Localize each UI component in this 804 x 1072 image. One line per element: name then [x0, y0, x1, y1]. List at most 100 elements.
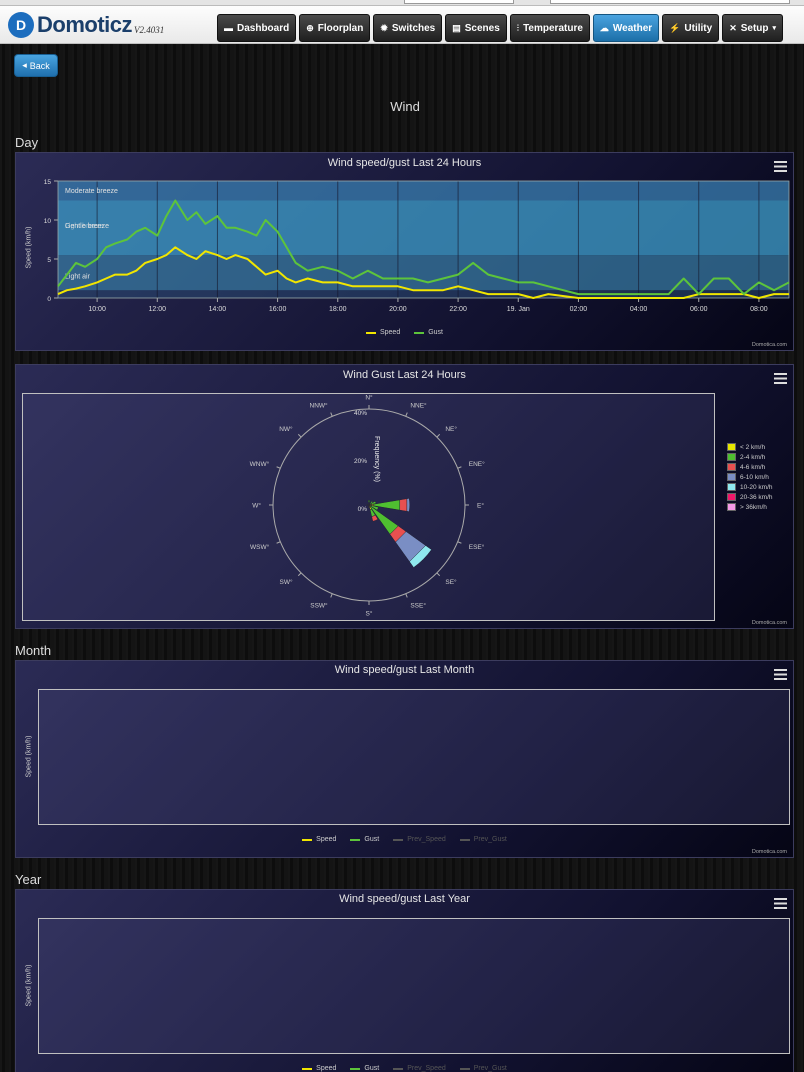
rose-direction-label: E°	[477, 502, 484, 510]
rose-direction-label: NNE°	[410, 402, 427, 410]
chart-menu-icon[interactable]	[774, 898, 787, 909]
rose-direction-label: NW°	[279, 425, 293, 433]
nav-label: Dashboard	[237, 22, 290, 34]
nav-switches[interactable]: ✹ Switches	[373, 14, 443, 42]
legend-label: 4-6 km/h	[740, 463, 766, 471]
day-chart-panel: Wind speed/gust Last 24 Hours 10:00 12:00…	[15, 152, 794, 351]
legend-prev-gust[interactable]: Prev_Gust	[459, 836, 507, 843]
windrose-legend-item[interactable]: 4-6 km/h	[727, 462, 773, 472]
day-chart-ylabel: Speed (km/h)	[25, 226, 33, 269]
windrose-legend-item[interactable]: 20-36 km/h	[727, 492, 773, 502]
rose-direction-label: SW°	[280, 578, 293, 586]
day-chart-svg: 10:00 12:00 14:00 16:00 18:00 20:00 22:00 19. J…	[44, 179, 790, 313]
x-tick-label: 02:00	[570, 306, 588, 313]
windrose-legend-item[interactable]: 2-4 km/h	[727, 452, 773, 462]
legend-line	[393, 838, 404, 841]
legend-speed[interactable]: Speed	[302, 1065, 336, 1072]
nav-weather[interactable]: ☁ Weather	[592, 14, 660, 42]
legend-prev-speed[interactable]: Prev_Speed	[393, 836, 446, 843]
legend-label: Gust	[428, 329, 444, 336]
monitor-icon: ▬	[224, 23, 233, 33]
nav-temperature[interactable]: ⫶ Temperature	[509, 14, 590, 42]
section-year-label: Year	[15, 872, 42, 887]
band-label: Moderate breeze	[65, 188, 118, 195]
band-light-breeze	[58, 255, 789, 291]
legend-label: Prev_Gust	[473, 836, 507, 843]
main-nav: ▬ Dashboard ⊕ Floorplan ✹ Switches ▤ Scenes ⫶ Tem…	[217, 14, 784, 42]
rose-tick	[330, 412, 333, 417]
windrose-legend-item[interactable]: 10-20 km/h	[727, 482, 773, 492]
legend-gust[interactable]: Gust	[350, 1065, 379, 1072]
legend-speed[interactable]: Speed	[302, 836, 336, 843]
legend-gust[interactable]: Gust	[350, 836, 379, 843]
band-label: Light air	[65, 274, 91, 281]
chart-menu-icon[interactable]	[774, 669, 787, 680]
nav-label: Scenes	[464, 22, 500, 34]
x-tick-label: 18:00	[329, 306, 347, 313]
legend-speed[interactable]: Speed	[365, 329, 400, 336]
legend-label: 2-4 km/h	[740, 453, 766, 461]
rose-tick	[297, 572, 302, 577]
y-tick-label: 10	[44, 218, 52, 225]
logo[interactable]: D Domoticz V2.4031	[8, 10, 164, 40]
month-chart-legend: Speed Gust Prev_Speed Prev_Gust	[16, 836, 793, 843]
windrose-legend-item[interactable]: > 36km/h	[727, 502, 773, 512]
legend-swatch	[727, 483, 736, 491]
legend-line	[459, 838, 470, 841]
legend-label: Gust	[364, 1065, 380, 1072]
x-tick-label: 20:00	[389, 306, 407, 313]
nav-dashboard[interactable]: ▬ Dashboard	[217, 14, 297, 42]
cloud-icon: ☁	[599, 22, 609, 33]
x-tick-label: 14:00	[209, 306, 227, 313]
nav-label: Utility	[684, 22, 713, 34]
legend-label: 20-36 km/h	[740, 493, 773, 501]
rose-direction-label: SSW°	[310, 601, 328, 609]
year-plot-area	[38, 918, 790, 1054]
rose-axis-title: Frequency (%)	[373, 436, 380, 482]
legend-line	[459, 1067, 470, 1070]
x-tick-label: 12:00	[149, 306, 167, 313]
legend-prev-gust[interactable]: Prev_Gust	[459, 1065, 507, 1072]
back-label: Back	[29, 60, 50, 71]
nav-scenes[interactable]: ▤ Scenes	[445, 14, 507, 42]
nav-utility[interactable]: ⚡ Utility	[662, 14, 720, 42]
rose-tick	[457, 466, 462, 469]
section-day-label: Day	[15, 135, 39, 150]
lightbulb-icon: ✹	[380, 22, 388, 33]
section-month-label: Month	[15, 643, 52, 658]
nav-label: Floorplan	[317, 22, 364, 34]
x-tick-label: 08:00	[750, 306, 768, 313]
legend-gust[interactable]: Gust	[414, 329, 443, 336]
rose-tick	[457, 541, 462, 544]
windrose-panel: Wind Gust Last 24 Hours N° NNE° NE° ENE° E° E…	[15, 364, 794, 629]
month-chart-title: Wind speed/gust Last Month	[334, 664, 475, 676]
month-plot-area	[38, 689, 790, 825]
windrose-legend-item[interactable]: < 2 km/h	[727, 442, 773, 452]
rose-direction-label: ENE°	[469, 460, 485, 468]
y-tick-label: 5	[47, 257, 51, 264]
windrose-legend-item[interactable]: 6-10 km/h	[727, 472, 773, 482]
rose-direction-label: SE°	[445, 578, 457, 586]
legend-label: > 36km/h	[740, 503, 767, 511]
legend-prev-speed[interactable]: Prev_Speed	[393, 1065, 446, 1072]
rose-direction-label: W°	[252, 502, 261, 510]
nav-setup[interactable]: ✕ Setup ▾	[722, 14, 784, 42]
rose-radial-label: 40%	[354, 410, 367, 417]
rose-tick	[405, 593, 408, 598]
windrose-svg: N° NNE° NE° ENE° E° ESE° SE° SSE° S° SSW° SW° WSW° W…	[250, 394, 486, 618]
back-button[interactable]: ◂ Back	[14, 54, 58, 77]
legend-label: 6-10 km/h	[740, 473, 769, 481]
chevron-down-icon: ▾	[772, 25, 777, 32]
nav-floorplan[interactable]: ⊕ Floorplan	[299, 14, 371, 42]
rose-direction-label: WSW°	[250, 543, 270, 551]
browser-field[interactable]	[404, 0, 514, 4]
browser-search-field[interactable]	[550, 0, 790, 4]
app-header: D Domoticz V2.4031 ▬ Dashboard ⊕ Floorplan ✹…	[0, 6, 804, 44]
nav-label: Switches	[391, 22, 436, 34]
rose-direction-label: S°	[366, 610, 373, 618]
legend-swatch	[727, 493, 736, 501]
credit-label: Domotica.com	[751, 342, 787, 348]
rose-radial-label: 20%	[354, 458, 367, 465]
x-tick-label: 04:00	[630, 306, 648, 313]
legend-line	[393, 1067, 404, 1070]
